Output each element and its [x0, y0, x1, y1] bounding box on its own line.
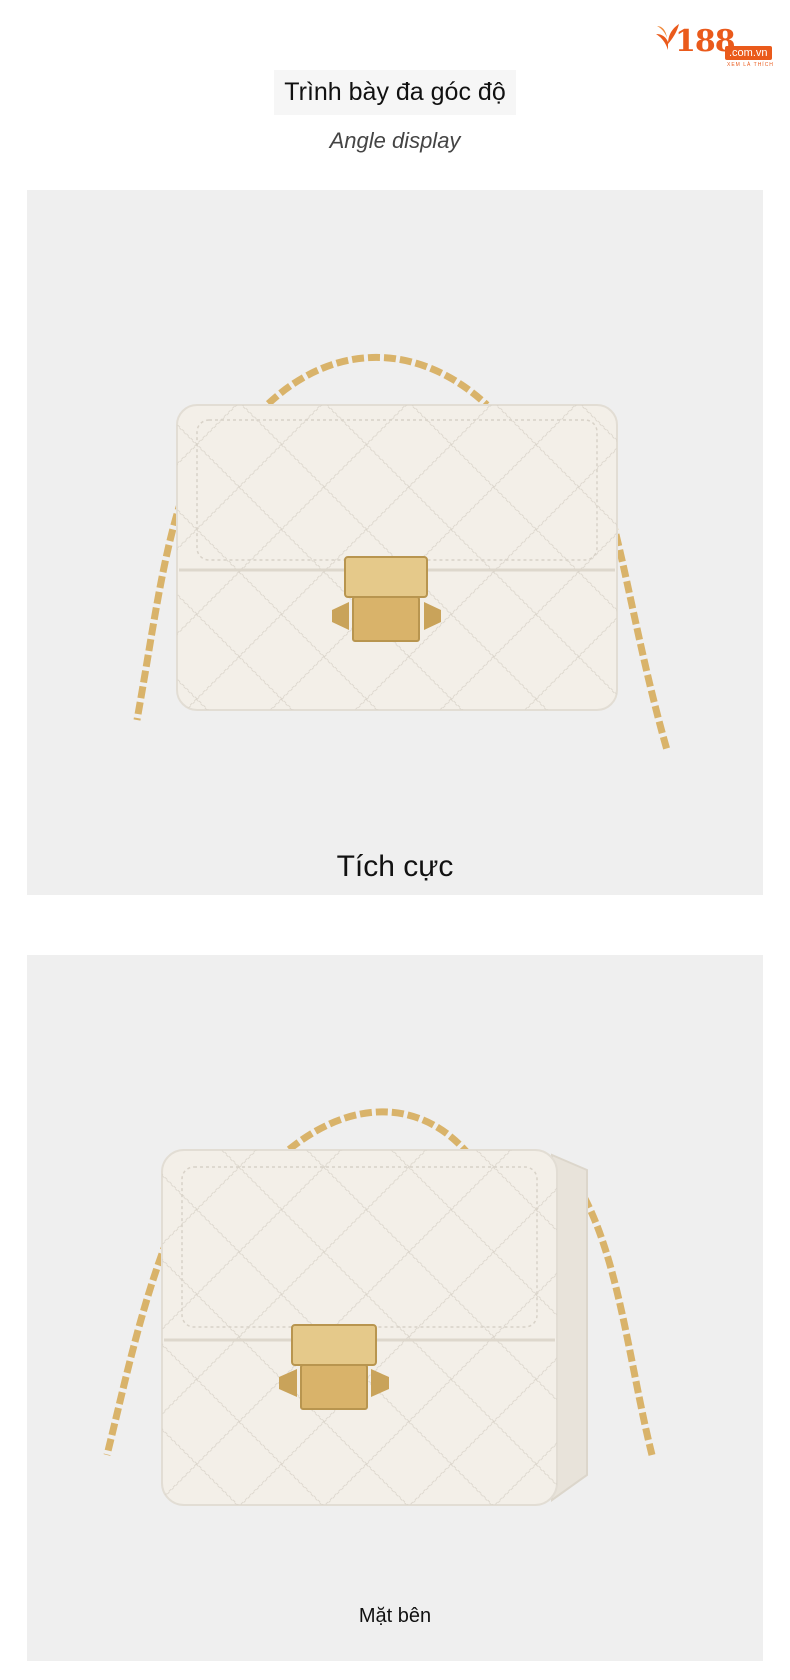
product-image-front: Tích cực [27, 190, 763, 895]
page-title: Trình bày đa góc độ [0, 70, 790, 115]
handbag-side-illustration [103, 1108, 656, 1506]
brand-domain: .com.vn [725, 46, 772, 60]
product-image-side: Mặt bên [27, 955, 763, 1661]
brand-tagline: XEM LÀ THÍCH [727, 62, 774, 68]
page-subtitle: Angle display [329, 128, 461, 153]
page-title-text: Trình bày đa góc độ [274, 70, 516, 115]
panel-caption-front: Tích cực [336, 850, 454, 883]
brand-logo: 188 .com.vn XEM LÀ THÍCH [655, 22, 775, 72]
handbag-front-illustration [133, 353, 671, 751]
panel-caption-side: Mặt bên [358, 1605, 432, 1627]
